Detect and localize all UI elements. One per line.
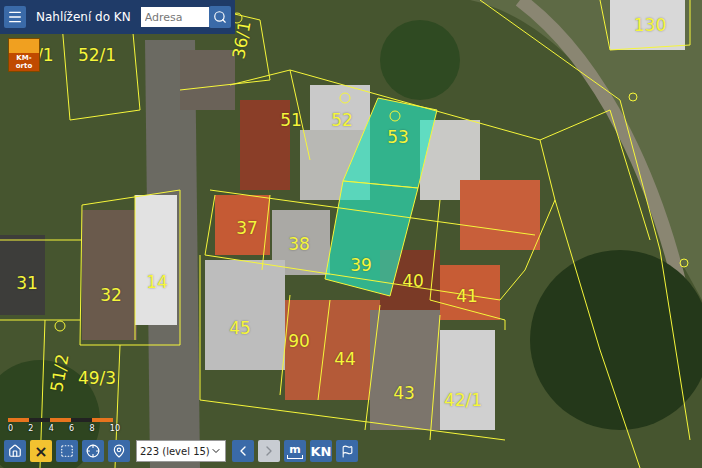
locate-button[interactable]: [82, 440, 104, 462]
scale-bar: 0 2 4 6 8 10: [8, 418, 120, 433]
parcel-label[interactable]: 43: [393, 385, 415, 402]
zoom-select[interactable]: 223 (level 15): [136, 440, 226, 462]
scale-tick: 6: [69, 424, 74, 433]
chevron-down-icon: [210, 445, 222, 457]
parcel-label[interactable]: 42/1: [444, 392, 482, 409]
scale-tick: 10: [110, 424, 120, 433]
parcel-label[interactable]: 31: [16, 275, 38, 292]
parcel-label[interactable]: 52: [331, 112, 353, 129]
flag-icon: [341, 445, 354, 458]
search-input[interactable]: [141, 7, 209, 27]
parcel-label[interactable]: 44: [334, 351, 356, 368]
next-button[interactable]: [258, 440, 280, 462]
scale-segment: [8, 418, 29, 422]
parcel-label[interactable]: 53: [387, 129, 409, 146]
search-bar: [141, 6, 231, 28]
scale-ticks: 0 2 4 6 8 10: [8, 424, 120, 433]
scale-segment: [50, 418, 71, 422]
app-header: Nahlížení do KN: [0, 0, 235, 34]
clear-button[interactable]: ×: [30, 440, 52, 462]
scale-segment: [29, 418, 50, 422]
kn-button[interactable]: KN: [310, 440, 332, 462]
parcel-label[interactable]: 130: [634, 17, 666, 34]
parcel-label[interactable]: 37: [236, 220, 258, 237]
parcel-label[interactable]: 90: [288, 333, 310, 350]
measure-button[interactable]: m: [284, 440, 306, 462]
map-screen: 0/152/136/113051525337383940413132144590…: [0, 0, 702, 468]
menu-button[interactable]: [4, 6, 26, 28]
home-button[interactable]: [4, 440, 26, 462]
scale-tick: 8: [89, 424, 94, 433]
parcel-label[interactable]: 40: [402, 273, 424, 290]
chevron-right-icon: [261, 443, 277, 459]
prev-button[interactable]: [232, 440, 254, 462]
parcel-label[interactable]: 41: [456, 288, 478, 305]
layer-toggle[interactable]: KM-orto: [8, 38, 40, 72]
scale-segment: [92, 418, 113, 422]
aerial-map[interactable]: [0, 0, 702, 468]
home-icon: [8, 444, 22, 458]
search-icon: [213, 10, 227, 24]
parcel-label[interactable]: 32: [100, 287, 122, 304]
ruler-icon: [287, 455, 303, 459]
parcel-label[interactable]: 49/3: [78, 370, 116, 387]
bottom-toolbar: × 223 (level 15) mKN: [4, 440, 358, 462]
pin-button[interactable]: [108, 440, 130, 462]
search-button[interactable]: [209, 6, 231, 28]
parcel-label[interactable]: 39: [350, 257, 372, 274]
layer-label: KM-orto: [9, 53, 39, 71]
parcel-label[interactable]: 45: [229, 320, 251, 337]
scale-segment: [71, 418, 92, 422]
scale-tick: 2: [28, 424, 33, 433]
select-area-icon: [60, 444, 74, 458]
scale-tick: 0: [8, 424, 13, 433]
scale-track: [8, 418, 113, 422]
report-button[interactable]: [336, 440, 358, 462]
parcel-label[interactable]: 38: [288, 236, 310, 253]
parcel-label[interactable]: 14: [146, 274, 168, 291]
parcel-label[interactable]: 52/1: [78, 47, 116, 64]
scale-tick: 4: [49, 424, 54, 433]
locate-icon: [86, 444, 100, 458]
select-area-button[interactable]: [56, 440, 78, 462]
pin-icon: [112, 444, 126, 458]
menu-icon: [7, 9, 23, 25]
parcel-label[interactable]: 51: [280, 112, 302, 129]
chevron-left-icon: [235, 443, 251, 459]
app-title: Nahlížení do KN: [32, 10, 135, 24]
